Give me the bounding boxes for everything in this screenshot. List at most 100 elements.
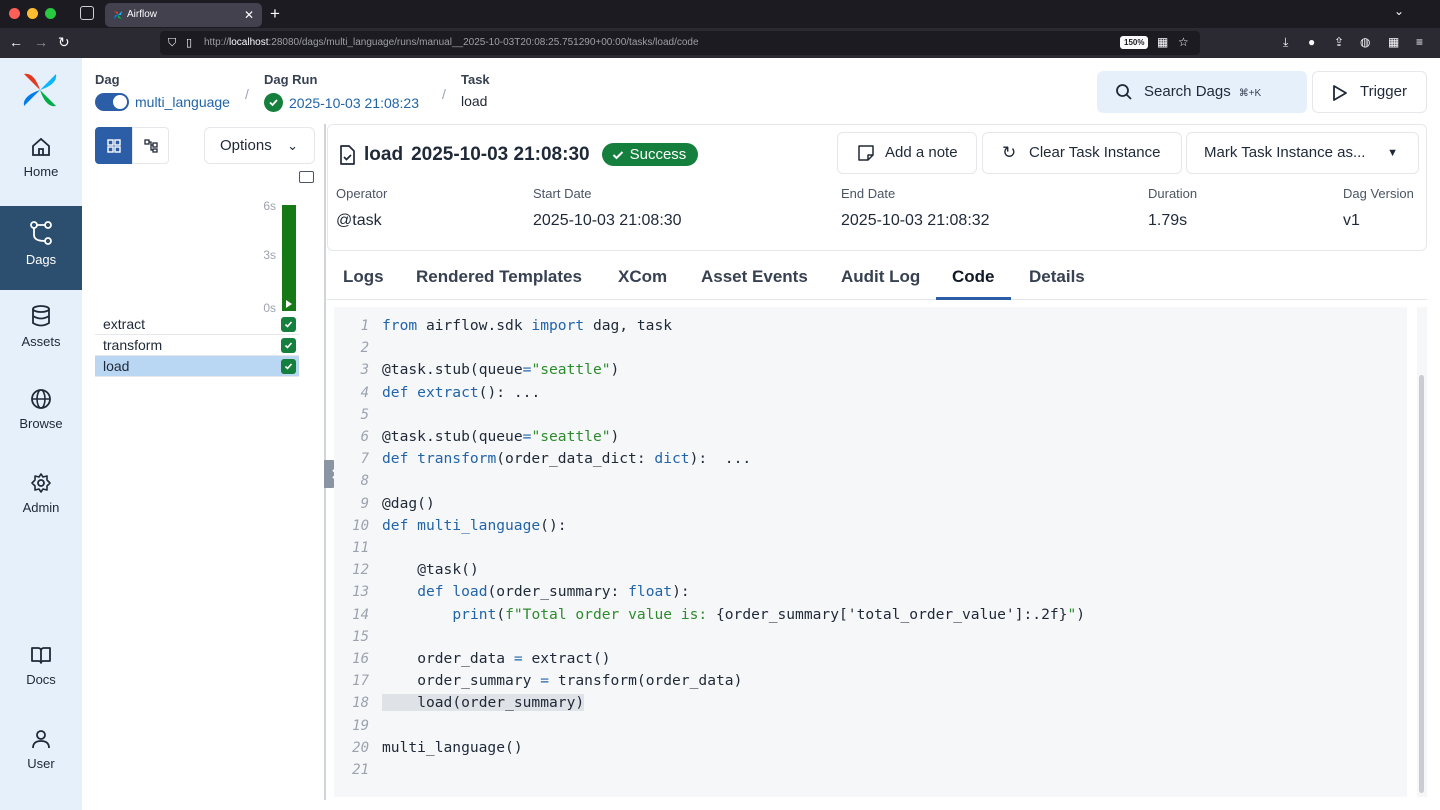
meta-value: 2025-10-03 21:08:30 <box>533 212 682 229</box>
meta-value: @task <box>336 212 382 229</box>
graph-view-button[interactable] <box>132 127 169 164</box>
tab-rendered-templates[interactable]: Rendered Templates <box>416 267 582 300</box>
nav-assets[interactable]: Assets <box>0 290 82 374</box>
code-line: 4 def extract(): ... <box>334 382 541 404</box>
code-line: 17 order_summary = transform(order_data) <box>334 670 742 692</box>
grid-view-button[interactable] <box>95 127 132 164</box>
task-instance-name: load <box>364 143 404 165</box>
trigger-button[interactable]: Trigger <box>1312 71 1427 113</box>
url-bar[interactable]: ⛉ ▯ http://localhost:28080/dags/multi_la… <box>160 31 1200 55</box>
reload-icon[interactable]: ↻ <box>58 34 70 51</box>
task-instance-title: load 2025-10-03 21:08:30 Success <box>338 143 699 166</box>
menu-icon[interactable]: ≡ <box>1416 35 1423 49</box>
task-success-icon[interactable] <box>281 359 296 374</box>
chevron-down-icon: ⌄ <box>287 138 298 153</box>
download-icon[interactable]: ⤓ <box>1283 35 1288 50</box>
breadcrumb-dag-link[interactable]: multi_language <box>95 93 230 111</box>
play-icon <box>1333 85 1347 101</box>
extension-icon[interactable]: ◍ <box>1360 35 1370 49</box>
tab-xcom[interactable]: XCom <box>618 267 667 300</box>
code-line: 9 @dag() <box>334 493 435 515</box>
search-icon <box>1116 84 1132 100</box>
browser-tab[interactable]: Airflow ✕ <box>105 3 262 27</box>
task-row[interactable]: transform <box>95 335 299 356</box>
task-success-icon[interactable] <box>281 338 296 353</box>
code-line: 3 @task.stub(queue="seattle") <box>334 359 620 381</box>
options-button[interactable]: Options ⌄ <box>204 127 315 164</box>
code-line: 14 print(f"Total order value is: {order_… <box>334 604 1085 626</box>
add-note-label: Add a note <box>885 144 958 161</box>
mark-task-instance-button[interactable]: Mark Task Instance as... ▼ <box>1186 132 1419 174</box>
share-icon[interactable]: ⇪ <box>1334 35 1344 49</box>
globe-icon <box>31 389 51 409</box>
forward-icon[interactable]: → <box>34 34 48 50</box>
tab-overview-icon[interactable] <box>80 6 94 20</box>
task-success-icon[interactable] <box>281 317 296 332</box>
nav-dags[interactable]: Dags <box>0 206 82 290</box>
new-tab-icon[interactable]: + <box>270 4 280 24</box>
code-scrollbar-thumb[interactable] <box>1419 375 1424 793</box>
minimize-window-button[interactable] <box>27 8 38 19</box>
code-line: 7 def transform(order_data_dict: dict): .… <box>334 448 752 470</box>
tab-asset-events[interactable]: Asset Events <box>701 267 808 300</box>
meta-end-date: End Date 2025-10-03 21:08:32 <box>841 186 990 230</box>
tab-details[interactable]: Details <box>1029 267 1085 300</box>
nav-docs-label: Docs <box>26 672 56 687</box>
code-line: 11 <box>334 537 382 559</box>
code-line: 2 <box>334 337 382 359</box>
close-tab-icon[interactable]: ✕ <box>244 3 254 27</box>
nav-docs[interactable]: Docs <box>0 630 82 714</box>
account-icon[interactable]: ● <box>1308 35 1315 49</box>
back-icon[interactable]: ← <box>9 34 23 50</box>
browser-titlebar: Airflow ✕ + ⌄ <box>0 0 1440 28</box>
code-line: 6 @task.stub(queue="seattle") <box>334 426 620 448</box>
nav-browse[interactable]: Browse <box>0 374 82 458</box>
clear-task-instance-button[interactable]: ↻ Clear Task Instance <box>982 132 1182 174</box>
breadcrumb-run-value[interactable]: 2025-10-03 21:08:23 <box>289 95 419 111</box>
status-badge-label: Success <box>629 146 687 163</box>
run-duration-bar[interactable] <box>282 205 296 311</box>
dag-pause-toggle[interactable] <box>95 93 129 111</box>
line-number: 8 <box>360 473 369 490</box>
breadcrumb-run-link[interactable]: 2025-10-03 21:08:23 <box>264 93 419 112</box>
tab-audit-log[interactable]: Audit Log <box>841 267 920 300</box>
code-line: 21 <box>334 759 382 781</box>
code-text: load(order_summary) <box>382 694 585 712</box>
url-path: :28080/dags/multi_language/runs/manual__… <box>268 37 699 48</box>
task-row-selected[interactable]: load <box>95 356 299 377</box>
maximize-window-button[interactable] <box>45 8 56 19</box>
breadcrumb-separator: / <box>442 86 446 102</box>
close-window-button[interactable] <box>9 8 20 19</box>
airflow-logo-icon[interactable] <box>20 70 60 110</box>
zoom-level[interactable]: 150% <box>1120 36 1149 49</box>
apps-icon[interactable]: ▦ <box>1388 35 1399 49</box>
nav-user[interactable]: User <box>0 714 82 798</box>
code-line: 20 multi_language() <box>334 737 523 759</box>
nav-home[interactable]: Home <box>0 122 82 206</box>
task-name: transform <box>103 337 163 353</box>
line-number: 6 <box>360 429 369 445</box>
bookmark-star-icon[interactable]: ☆ <box>1178 35 1189 49</box>
breadcrumb-run: Dag Run 2025-10-03 21:08:23 <box>264 72 419 112</box>
shield-icon[interactable]: ⛉ <box>168 31 176 55</box>
trigger-label: Trigger <box>1360 83 1407 100</box>
extensions-grid-icon[interactable]: ▦ <box>1157 35 1168 49</box>
tab-logs[interactable]: Logs <box>343 267 384 300</box>
task-row[interactable]: extract <box>95 314 299 335</box>
search-dags-button[interactable]: Search Dags ⌘+K <box>1097 71 1307 113</box>
task-tabs: Logs Rendered Templates XCom Asset Event… <box>327 260 1427 300</box>
code-text: multi_language() <box>382 738 523 756</box>
line-number: 11 <box>352 540 369 556</box>
code-line: 15 <box>334 626 382 648</box>
breadcrumb-dag-value[interactable]: multi_language <box>135 94 230 110</box>
line-number: 14 <box>352 606 369 623</box>
nav-admin[interactable]: Admin <box>0 458 82 542</box>
code-text: def transform(order_data_dict: dict): ..… <box>382 450 752 468</box>
nav-browse-label: Browse <box>19 416 63 431</box>
task-instance-card: load 2025-10-03 21:08:30 Success Add a n… <box>327 124 1427 251</box>
tab-list-chevron-icon[interactable]: ⌄ <box>1394 4 1404 18</box>
tab-code[interactable]: Code <box>936 267 1011 300</box>
add-note-button[interactable]: Add a note <box>837 132 977 174</box>
code-line: 12 @task() <box>334 559 479 581</box>
keyboard-icon[interactable] <box>299 171 314 183</box>
